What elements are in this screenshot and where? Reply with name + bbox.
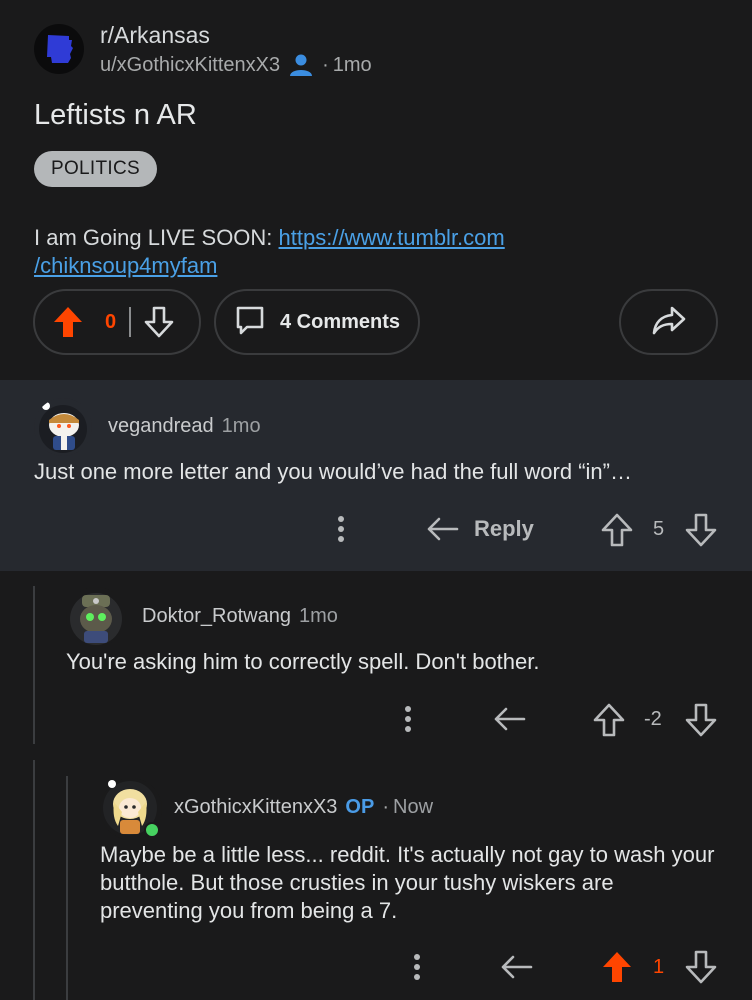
downvote-button[interactable] — [684, 702, 718, 738]
comment-score-value: -2 — [644, 708, 662, 730]
thread-line[interactable] — [33, 586, 35, 744]
comment-age: Now — [393, 796, 434, 818]
subreddit-avatar[interactable] — [34, 24, 84, 74]
post-link[interactable]: https://www.tumblr.com — [279, 225, 505, 250]
share-button[interactable] — [619, 289, 718, 355]
post-body-text: I am Going LIVE SOON: — [34, 225, 279, 250]
reply-arrow-icon — [427, 517, 459, 541]
downvote-icon — [685, 703, 717, 737]
share-arrow-icon — [651, 304, 687, 341]
comment-score-value: 1 — [653, 956, 665, 978]
reply-button[interactable] — [500, 952, 534, 982]
subreddit-name[interactable]: r/Arkansas — [100, 22, 210, 49]
comment-author[interactable]: xGothicxKittenxX3 — [174, 796, 337, 818]
more-vertical-icon — [414, 954, 420, 980]
more-options-button[interactable] — [334, 514, 348, 544]
comment-score: 1 — [653, 956, 664, 979]
comments-count: 4 Comments — [279, 310, 401, 333]
upvote-icon[interactable] — [52, 305, 84, 339]
post-vote-count: 0 — [105, 310, 117, 333]
comment-text: Maybe be a little less... reddit. It's a… — [100, 842, 715, 923]
comment-author-line: vegandread 1mo — [108, 415, 261, 438]
user-profile-icon — [288, 53, 314, 77]
post-flair[interactable]: POLITICS — [34, 151, 157, 187]
comment: vegandread 1mo Just one more letter and y… — [0, 380, 752, 571]
separator-dot: · — [382, 796, 389, 818]
thread-line[interactable] — [33, 760, 35, 1000]
downvote-icon — [685, 513, 717, 547]
comment-age: 1mo — [298, 605, 338, 627]
upvote-icon — [593, 703, 625, 737]
comment-age: 1mo — [221, 415, 261, 437]
upvote-button[interactable] — [592, 702, 626, 738]
reply-button[interactable] — [493, 704, 527, 734]
comment-score: 5 — [653, 518, 664, 541]
op-badge: OP — [345, 796, 375, 818]
comment-avatar[interactable] — [34, 398, 92, 456]
separator-dot: · — [322, 53, 329, 76]
downvote-icon[interactable] — [143, 305, 175, 339]
more-vertical-icon — [405, 706, 411, 732]
downvote-icon — [685, 950, 717, 984]
post-link-continued[interactable]: /chiknsoup4myfam — [34, 253, 217, 278]
reply-arrow-icon — [494, 707, 526, 731]
upvote-icon — [601, 513, 633, 547]
upvote-button[interactable] — [600, 512, 634, 548]
more-options-button[interactable] — [401, 704, 415, 734]
thread-line[interactable] — [66, 776, 68, 1000]
more-vertical-icon — [338, 516, 344, 542]
post-card: r/Arkansas u/xGothicxKittenxX3 · 1mo Lef… — [0, 0, 752, 363]
comment-avatar[interactable] — [100, 778, 162, 840]
reply-arrow-icon — [501, 955, 533, 979]
comment-author-line: xGothicxKittenxX3 OP · Now — [174, 796, 433, 819]
reply-button[interactable]: Reply — [426, 514, 534, 544]
downvote-button[interactable] — [684, 949, 718, 985]
post-author-line: u/xGothicxKittenxX3 · 1mo — [100, 53, 372, 77]
post-body: I am Going LIVE SOON: https://www.tumblr… — [34, 224, 594, 280]
comment-score-value: 5 — [653, 518, 665, 540]
vote-divider — [129, 307, 131, 337]
comment-avatar[interactable] — [66, 587, 126, 647]
comments-button[interactable]: 4 Comments — [214, 289, 420, 355]
comment-author-line: Doktor_Rotwang 1mo — [142, 605, 338, 628]
comment-bubble-icon — [234, 304, 266, 341]
comment-author[interactable]: vegandread — [108, 415, 214, 437]
post-author[interactable]: u/xGothicxKittenxX3 — [100, 54, 280, 77]
comment-text: Just one more letter and you would’ve ha… — [34, 459, 632, 484]
post-age: 1mo — [332, 53, 372, 76]
upvote-icon-active — [603, 952, 631, 982]
reply-label: Reply — [474, 516, 534, 541]
post-title[interactable]: Leftists n AR — [34, 99, 197, 132]
comment-text: You're asking him to correctly spell. Do… — [66, 649, 540, 674]
post-vote-bar: 0 — [33, 289, 201, 355]
comment-author[interactable]: Doktor_Rotwang — [142, 605, 291, 627]
downvote-button[interactable] — [684, 512, 718, 548]
comment-score: -2 — [644, 708, 662, 731]
more-options-button[interactable] — [410, 952, 424, 982]
upvote-button[interactable] — [600, 949, 634, 985]
